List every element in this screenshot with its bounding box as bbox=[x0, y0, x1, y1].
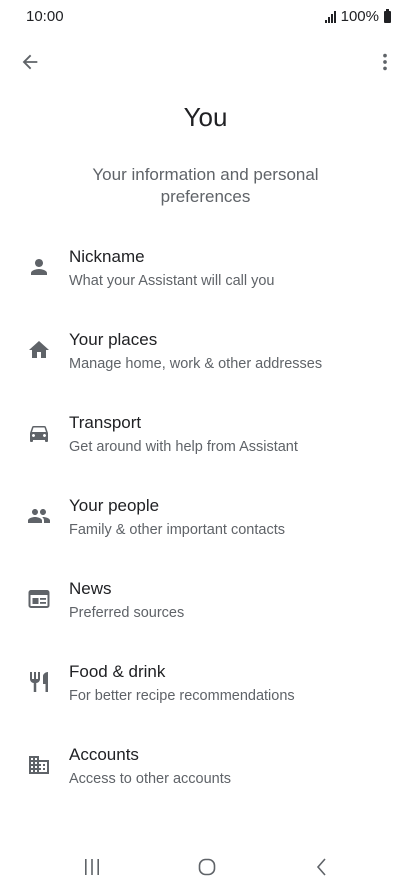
arrow-back-icon bbox=[22, 54, 38, 70]
battery-percentage: 100% bbox=[340, 8, 379, 25]
list-item-title: Your places bbox=[69, 330, 158, 349]
list-item-transport[interactable]: Transport Get around with help from Assi… bbox=[0, 396, 411, 478]
signal-icon bbox=[324, 10, 336, 23]
list-item-your-places[interactable]: Your places Manage home, work & other ad… bbox=[0, 313, 411, 395]
list-item-nickname[interactable]: Nickname What your Assistant will call y… bbox=[0, 230, 411, 312]
list-item-subtitle: Get around with help from Assistant bbox=[69, 439, 298, 455]
list-item-title: Transport bbox=[69, 413, 142, 432]
battery-icon bbox=[384, 8, 391, 23]
page-subtitle: Your information and personal preference… bbox=[92, 165, 319, 206]
list-item-food-drink[interactable]: Food & drink For better recipe recommend… bbox=[0, 645, 411, 727]
back-button[interactable] bbox=[14, 46, 46, 78]
list-item-your-people[interactable]: Your people Family & other important con… bbox=[0, 479, 411, 561]
list-item-accounts[interactable]: Accounts Access to other accounts bbox=[0, 728, 411, 810]
list-item-title: Food & drink bbox=[69, 662, 166, 681]
status-time: 10:00 bbox=[26, 8, 64, 25]
more-options-button[interactable] bbox=[369, 46, 401, 78]
app-bar bbox=[0, 40, 411, 84]
nav-back-button[interactable] bbox=[300, 850, 344, 884]
list-item-title: Accounts bbox=[69, 745, 139, 764]
status-bar: 10:00 100% bbox=[0, 0, 411, 34]
list-item-subtitle: Access to other accounts bbox=[69, 771, 231, 787]
people-icon bbox=[26, 503, 52, 529]
car-icon bbox=[26, 420, 52, 446]
list-item-title: News bbox=[69, 579, 112, 598]
status-indicators: 100% bbox=[324, 8, 391, 25]
person-icon bbox=[26, 254, 52, 280]
list-item-subtitle: For better recipe recommendations bbox=[69, 688, 295, 704]
home-icon bbox=[26, 337, 52, 363]
list-item-subtitle: Manage home, work & other addresses bbox=[69, 356, 323, 372]
home-button[interactable] bbox=[185, 850, 229, 884]
list-item-title: Nickname bbox=[69, 247, 145, 266]
recent-apps-icon bbox=[85, 859, 99, 875]
list-item-news[interactable]: News Preferred sources bbox=[0, 562, 411, 644]
chevron-left-icon bbox=[316, 858, 326, 876]
system-navigation-bar bbox=[0, 842, 411, 892]
recent-apps-button[interactable] bbox=[70, 850, 114, 884]
list-item-subtitle: Preferred sources bbox=[69, 605, 185, 621]
screen: 10:00 100% You Your information and pers… bbox=[0, 0, 411, 892]
more-vert-icon bbox=[383, 53, 387, 71]
news-icon bbox=[26, 586, 52, 612]
list-item-subtitle: Family & other important contacts bbox=[69, 522, 285, 538]
list-item-title: Your people bbox=[69, 496, 160, 515]
home-circle-icon bbox=[198, 858, 216, 876]
list-item-subtitle: What your Assistant will call you bbox=[69, 273, 275, 289]
page-title: You bbox=[183, 102, 228, 132]
restaurant-icon bbox=[26, 669, 52, 695]
building-icon bbox=[26, 752, 52, 778]
